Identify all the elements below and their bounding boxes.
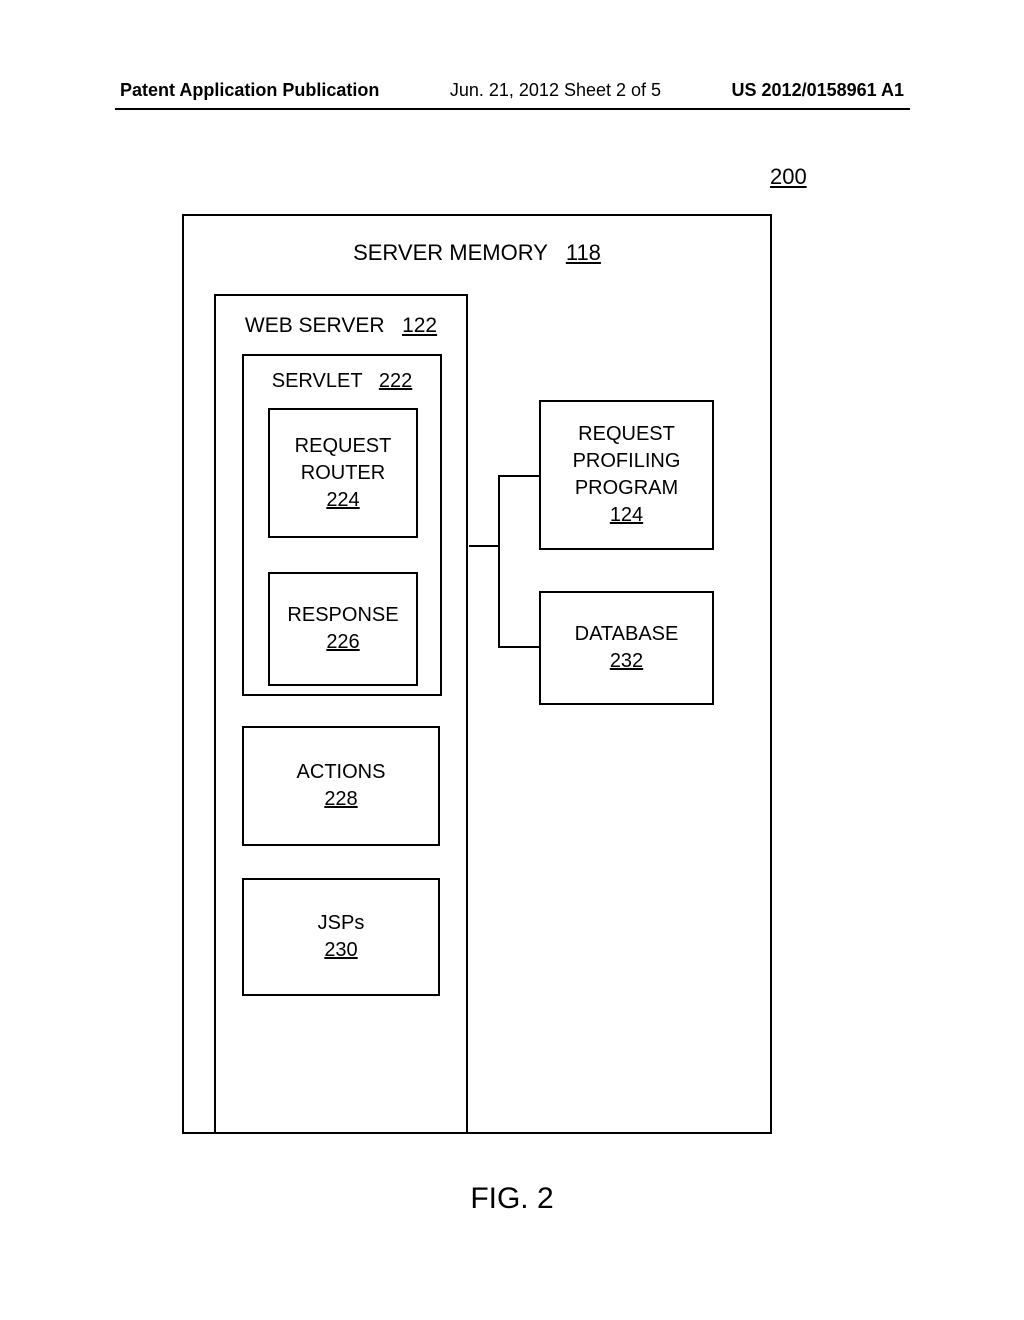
figure-number-200: 200 [770, 164, 807, 190]
request-profiling-text2: PROFILING [573, 448, 681, 475]
header-rule [115, 108, 910, 110]
connector-top [498, 475, 539, 477]
web-server-box: WEB SERVER 122 SERVLET 222 REQUEST ROUTE… [214, 294, 468, 1134]
actions-box: ACTIONS 228 [242, 726, 440, 846]
response-box: RESPONSE 226 [268, 572, 418, 686]
response-num: 226 [326, 629, 359, 656]
actions-num: 228 [324, 786, 357, 813]
database-num: 232 [610, 648, 643, 675]
header-right: US 2012/0158961 A1 [732, 80, 904, 101]
connector-mid [469, 545, 498, 547]
servlet-num: 222 [379, 370, 412, 392]
request-profiling-text3: PROGRAM [575, 475, 678, 502]
header-left: Patent Application Publication [120, 80, 379, 101]
servlet-label: SERVLET 222 [244, 370, 440, 393]
header-center: Jun. 21, 2012 Sheet 2 of 5 [450, 80, 661, 101]
request-router-text2: ROUTER [301, 460, 385, 487]
server-memory-num: 118 [566, 240, 601, 265]
servlet-text: SERVLET [272, 370, 362, 392]
jsps-text: JSPs [318, 910, 365, 937]
connector-vertical [498, 475, 500, 648]
jsps-box: JSPs 230 [242, 878, 440, 996]
web-server-label: WEB SERVER 122 [216, 314, 466, 338]
servlet-box: SERVLET 222 REQUEST ROUTER 224 RESPONSE … [242, 354, 442, 696]
request-router-text1: REQUEST [295, 433, 392, 460]
database-text: DATABASE [575, 621, 679, 648]
request-profiling-box: REQUEST PROFILING PROGRAM 124 [539, 400, 714, 550]
connector-bottom [498, 646, 539, 648]
request-router-num: 224 [326, 487, 359, 514]
web-server-num: 122 [402, 314, 437, 337]
figure-caption: FIG. 2 [0, 1182, 1024, 1216]
server-memory-label: SERVER MEMORY 118 [184, 240, 770, 266]
server-memory-box: SERVER MEMORY 118 WEB SERVER 122 SERVLET… [182, 214, 772, 1134]
patent-header: Patent Application Publication Jun. 21, … [0, 80, 1024, 101]
request-profiling-text1: REQUEST [578, 421, 675, 448]
actions-text: ACTIONS [297, 759, 386, 786]
request-profiling-num: 124 [610, 502, 643, 529]
web-server-text: WEB SERVER [245, 314, 385, 337]
database-box: DATABASE 232 [539, 591, 714, 705]
request-router-box: REQUEST ROUTER 224 [268, 408, 418, 538]
jsps-num: 230 [324, 937, 357, 964]
response-text: RESPONSE [287, 602, 398, 629]
server-memory-text: SERVER MEMORY [353, 240, 547, 265]
